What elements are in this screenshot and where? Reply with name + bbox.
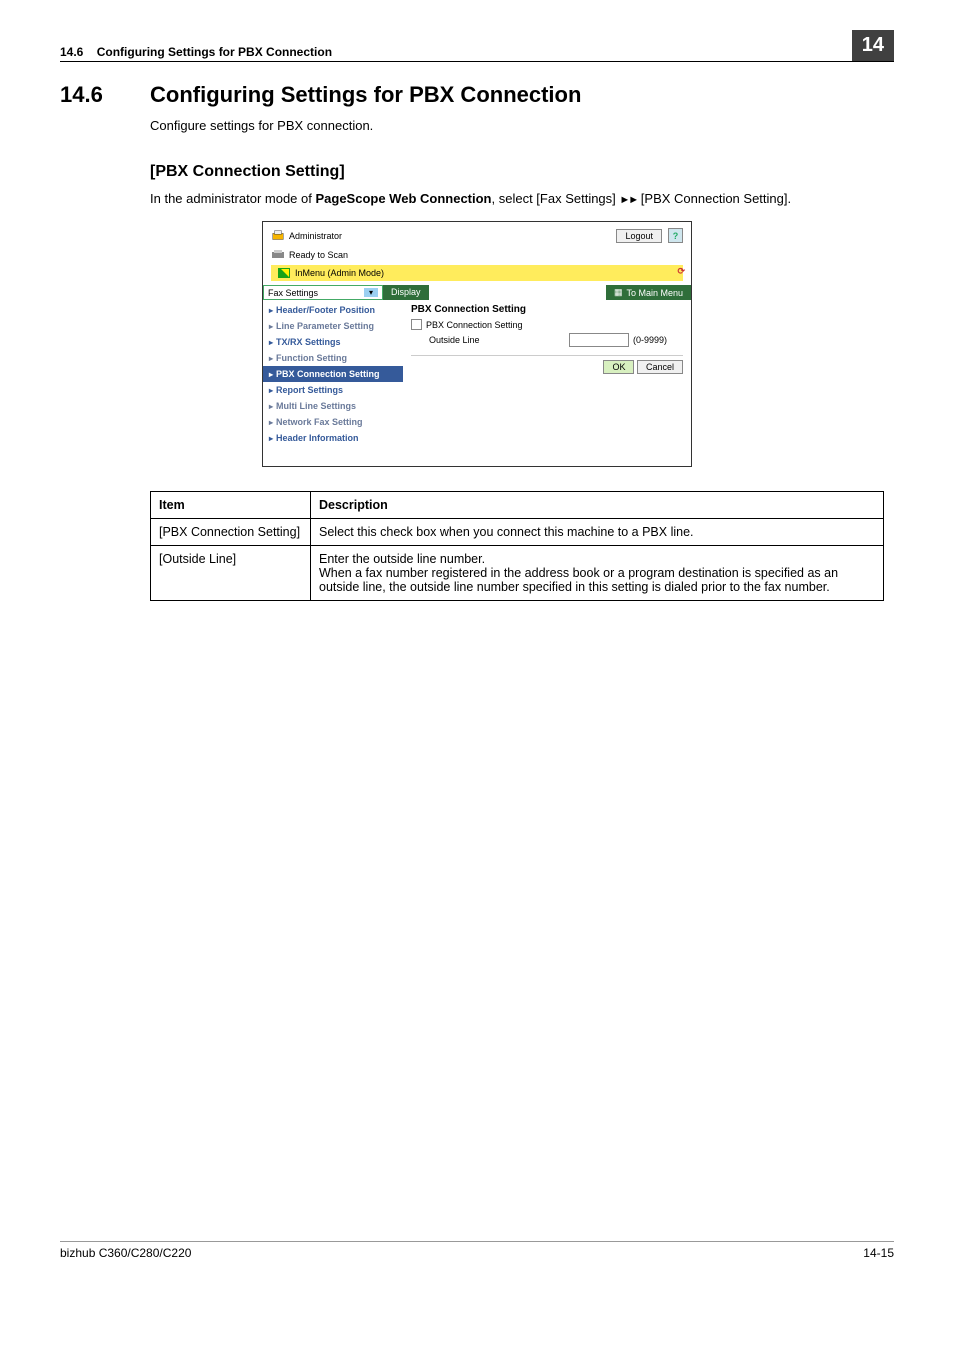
cancel-button[interactable]: Cancel (637, 360, 683, 374)
sidebar-item[interactable]: ▸Header/Footer Position (263, 302, 403, 318)
status-text: Ready to Scan (289, 250, 348, 260)
chevron-down-icon: ▾ (364, 288, 378, 297)
sidebar-item[interactable]: ▸Header Information (263, 430, 403, 446)
table-header-desc: Description (311, 492, 884, 519)
triangle-icon: ▸ (269, 434, 273, 443)
triangle-icon: ▸ (269, 338, 273, 347)
table-row: [PBX Connection Setting] Select this che… (151, 519, 884, 546)
panel-title: PBX Connection Setting (411, 304, 683, 315)
section-number: 14.6 (60, 82, 150, 108)
outside-line-input[interactable] (569, 333, 629, 347)
ok-button[interactable]: OK (603, 360, 634, 374)
admin-mode-instruction: In the administrator mode of PageScope W… (150, 191, 884, 206)
description-table: Item Description [PBX Connection Setting… (150, 491, 884, 601)
table-header-item: Item (151, 492, 311, 519)
webapp-screenshot: Administrator Logout ? Ready to Scan InM… (262, 221, 692, 467)
sidebar-item-active[interactable]: ▸PBX Connection Setting (263, 366, 403, 382)
category-dropdown[interactable]: Fax Settings ▾ (263, 285, 383, 300)
mode-icon (277, 267, 291, 279)
role-label: Administrator (289, 231, 342, 241)
sidebar-item[interactable]: ▸Network Fax Setting (263, 414, 403, 430)
sidebar-item[interactable]: ▸TX/RX Settings (263, 334, 403, 350)
admin-icon (271, 229, 285, 243)
subsection-heading: [PBX Connection Setting] (150, 163, 884, 181)
logout-button[interactable]: Logout (616, 229, 662, 243)
pbx-checkbox-label: PBX Connection Setting (426, 320, 523, 330)
sidebar-item[interactable]: ▸Report Settings (263, 382, 403, 398)
breadcrumb-arrow-icon: ►► (619, 194, 637, 206)
refresh-icon[interactable]: ⟳ (677, 266, 685, 277)
sidebar-item[interactable]: ▸Function Setting (263, 350, 403, 366)
triangle-icon: ▸ (269, 306, 273, 315)
triangle-icon: ▸ (269, 402, 273, 411)
section-title: Configuring Settings for PBX Connection (150, 82, 581, 108)
triangle-icon: ▸ (269, 386, 273, 395)
table-row: [Outside Line] Enter the outside line nu… (151, 546, 884, 601)
triangle-icon: ▸ (269, 354, 273, 363)
mode-label: InMenu (Admin Mode) (295, 268, 384, 278)
footer-model: bizhub C360/C280/C220 (60, 1246, 191, 1260)
outside-line-label: Outside Line (429, 335, 569, 345)
outside-line-range: (0-9999) (633, 335, 667, 345)
help-icon[interactable]: ? (668, 228, 683, 243)
display-button[interactable]: Display (383, 285, 429, 300)
triangle-icon: ▸ (269, 418, 273, 427)
sidebar-item[interactable]: ▸Line Parameter Setting (263, 318, 403, 334)
to-main-menu-button[interactable]: ▦ To Main Menu (606, 285, 691, 300)
sidebar-item[interactable]: ▸Multi Line Settings (263, 398, 403, 414)
triangle-icon: ▸ (269, 322, 273, 331)
printer-status-icon (271, 249, 285, 261)
sidebar-nav: ▸Header/Footer Position ▸Line Parameter … (263, 300, 403, 448)
header-section-num: 14.6 (60, 45, 83, 59)
footer-page: 14-15 (863, 1246, 894, 1260)
pbx-checkbox[interactable] (411, 319, 422, 330)
triangle-icon: ▸ (269, 370, 273, 379)
section-intro: Configure settings for PBX connection. (150, 118, 884, 133)
chapter-number-box: 14 (852, 30, 894, 61)
header-title: Configuring Settings for PBX Connection (97, 45, 332, 59)
menu-icon: ▦ (614, 287, 623, 298)
